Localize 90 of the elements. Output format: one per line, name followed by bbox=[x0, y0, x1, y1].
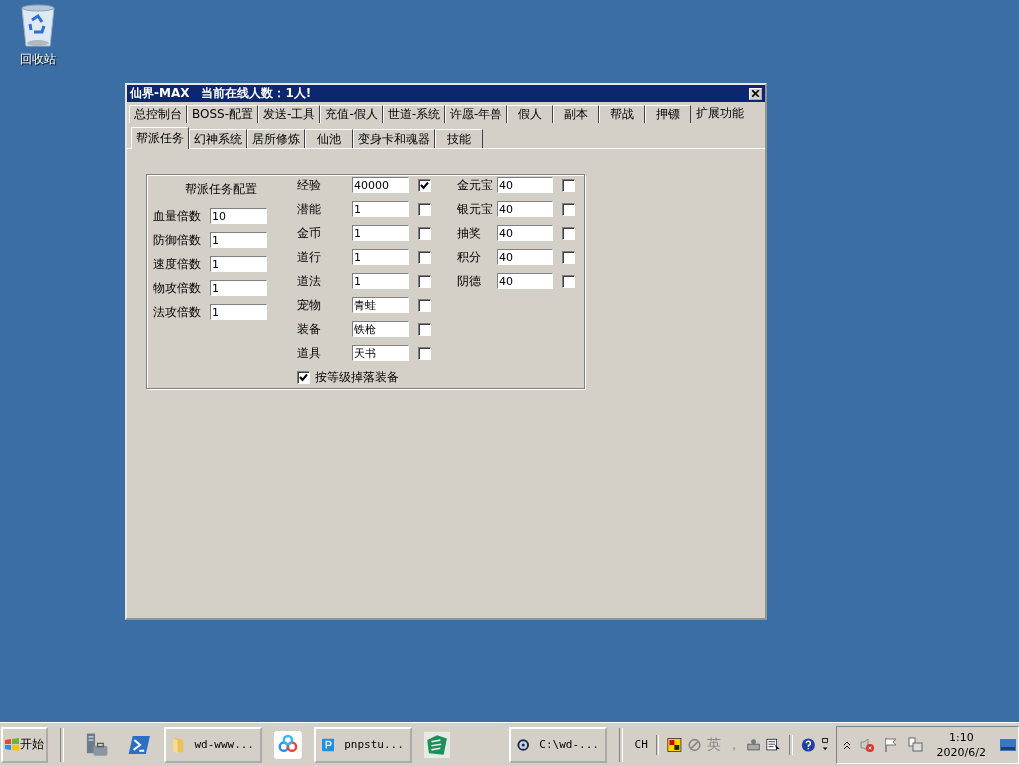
input-field[interactable]: 1 bbox=[210, 280, 267, 296]
input-field[interactable]: 1 bbox=[352, 225, 409, 241]
field-label: 金币 bbox=[297, 225, 322, 242]
sub-tab[interactable]: 幻神系统 bbox=[189, 129, 247, 148]
sub-tab[interactable]: 居所修炼 bbox=[247, 129, 305, 148]
desktop-icon-label[interactable]: 回收站 bbox=[20, 51, 56, 68]
flag-icon[interactable] bbox=[882, 736, 899, 753]
field-label: 阴德 bbox=[457, 273, 482, 290]
input-field[interactable]: 40 bbox=[497, 225, 553, 241]
input-field[interactable]: 1 bbox=[352, 201, 409, 217]
field-label: 防御倍数 bbox=[153, 232, 202, 249]
tab[interactable]: 副本 bbox=[553, 105, 600, 123]
close-icon bbox=[751, 90, 760, 97]
field-label: 宠物 bbox=[297, 297, 322, 314]
checkbox[interactable] bbox=[418, 346, 431, 360]
window-title: 仙界-MAX 当前在线人数：1人! bbox=[130, 85, 312, 102]
checkbox[interactable] bbox=[418, 202, 431, 216]
sub-tab[interactable]: 变身卡和魂器 bbox=[353, 129, 435, 148]
clock[interactable]: 1:10 2020/6/2 bbox=[930, 729, 992, 760]
checkbox[interactable] bbox=[562, 250, 575, 264]
checkbox[interactable] bbox=[418, 274, 431, 288]
keyboard-icon[interactable] bbox=[747, 736, 761, 753]
sub-tab[interactable]: 帮派任务 bbox=[131, 127, 189, 149]
checkbox[interactable] bbox=[297, 370, 310, 384]
checkbox[interactable] bbox=[418, 250, 431, 264]
checkbox[interactable] bbox=[418, 298, 431, 312]
input-field[interactable]: 1 bbox=[210, 256, 267, 272]
sub-tab[interactable]: 仙池 bbox=[305, 129, 353, 148]
help-icon[interactable] bbox=[800, 735, 816, 754]
sub-tab[interactable]: 技能 bbox=[435, 129, 483, 148]
taskbar-button[interactable]: C:\wd-... bbox=[508, 726, 607, 763]
checkbox[interactable] bbox=[418, 226, 431, 240]
checkbox[interactable] bbox=[562, 226, 575, 240]
checkbox[interactable] bbox=[562, 274, 575, 288]
clock-time: 1:10 bbox=[948, 729, 974, 745]
field-label: 道具 bbox=[297, 345, 322, 362]
checkbox[interactable] bbox=[418, 178, 431, 192]
input-field[interactable]: 40000 bbox=[352, 177, 409, 193]
field-label: 装备 bbox=[297, 321, 322, 338]
tab[interactable]: 世道-系统 bbox=[382, 105, 446, 123]
tab[interactable]: 许愿-年兽 bbox=[445, 105, 508, 123]
tab[interactable]: 充值-假人 bbox=[320, 105, 383, 123]
input-field[interactable]: 40 bbox=[497, 177, 553, 193]
start-button[interactable]: 开始 bbox=[1, 726, 48, 763]
taskbar-button[interactable]: wd-www... bbox=[164, 726, 262, 763]
input-field[interactable]: 1 bbox=[352, 273, 409, 289]
tab[interactable]: 发送-工具 bbox=[258, 105, 321, 123]
tab[interactable]: 总控制台 bbox=[129, 105, 187, 123]
checkbox[interactable] bbox=[562, 202, 575, 216]
input-field[interactable]: 天书 bbox=[352, 345, 409, 361]
input-field[interactable]: 40 bbox=[497, 201, 553, 217]
checkbox-label[interactable]: 按等级掉落装备 bbox=[315, 368, 399, 386]
field-label: 金元宝 bbox=[457, 177, 494, 194]
input-field[interactable]: 40 bbox=[497, 273, 553, 289]
field-label: 积分 bbox=[457, 249, 482, 266]
input-field[interactable]: 青蛙 bbox=[352, 297, 409, 313]
input-method-icon[interactable] bbox=[667, 735, 683, 754]
field-label: 速度倍数 bbox=[153, 256, 202, 273]
group-title: 帮派任务配置 bbox=[184, 181, 258, 198]
input-field[interactable]: 1 bbox=[352, 249, 409, 265]
field-label: 银元宝 bbox=[457, 201, 494, 218]
field-label: 潜能 bbox=[297, 201, 322, 218]
field-label: 经验 bbox=[297, 177, 322, 194]
close-button[interactable] bbox=[749, 87, 762, 100]
field-label: 道法 bbox=[297, 273, 322, 290]
checkbox[interactable] bbox=[418, 322, 431, 336]
field-label: 物攻倍数 bbox=[153, 280, 202, 297]
tab[interactable]: 假人 bbox=[507, 105, 554, 123]
field-label: 法攻倍数 bbox=[153, 304, 202, 321]
chevron-up-icon[interactable] bbox=[842, 739, 851, 750]
clock-date: 2020/6/2 bbox=[936, 744, 986, 760]
taskbar-button[interactable]: pnpstu... bbox=[313, 726, 412, 763]
field-label: 抽奖 bbox=[457, 225, 482, 242]
input-field[interactable]: 铁枪 bbox=[352, 321, 409, 337]
input-field[interactable]: 40 bbox=[497, 249, 553, 265]
language-indicator[interactable]: CH bbox=[634, 738, 648, 751]
speaker-muted-icon[interactable] bbox=[858, 736, 875, 753]
input-field[interactable]: 1 bbox=[210, 304, 267, 320]
tab[interactable]: 押镖 bbox=[645, 105, 692, 123]
checkbox[interactable] bbox=[562, 178, 575, 192]
field-label: 血量倍数 bbox=[153, 208, 202, 225]
field-label: 道行 bbox=[297, 249, 322, 266]
input-field[interactable]: 10 bbox=[210, 208, 267, 224]
show-desktop-icon[interactable] bbox=[1000, 737, 1016, 752]
tab[interactable]: BOSS-配置 bbox=[187, 105, 259, 123]
input-field[interactable]: 1 bbox=[210, 232, 267, 248]
recycle-bin-icon[interactable] bbox=[20, 4, 56, 48]
network-icon[interactable] bbox=[906, 736, 923, 753]
windows-logo-icon bbox=[5, 738, 19, 751]
tab[interactable]: 帮战 bbox=[599, 105, 646, 123]
